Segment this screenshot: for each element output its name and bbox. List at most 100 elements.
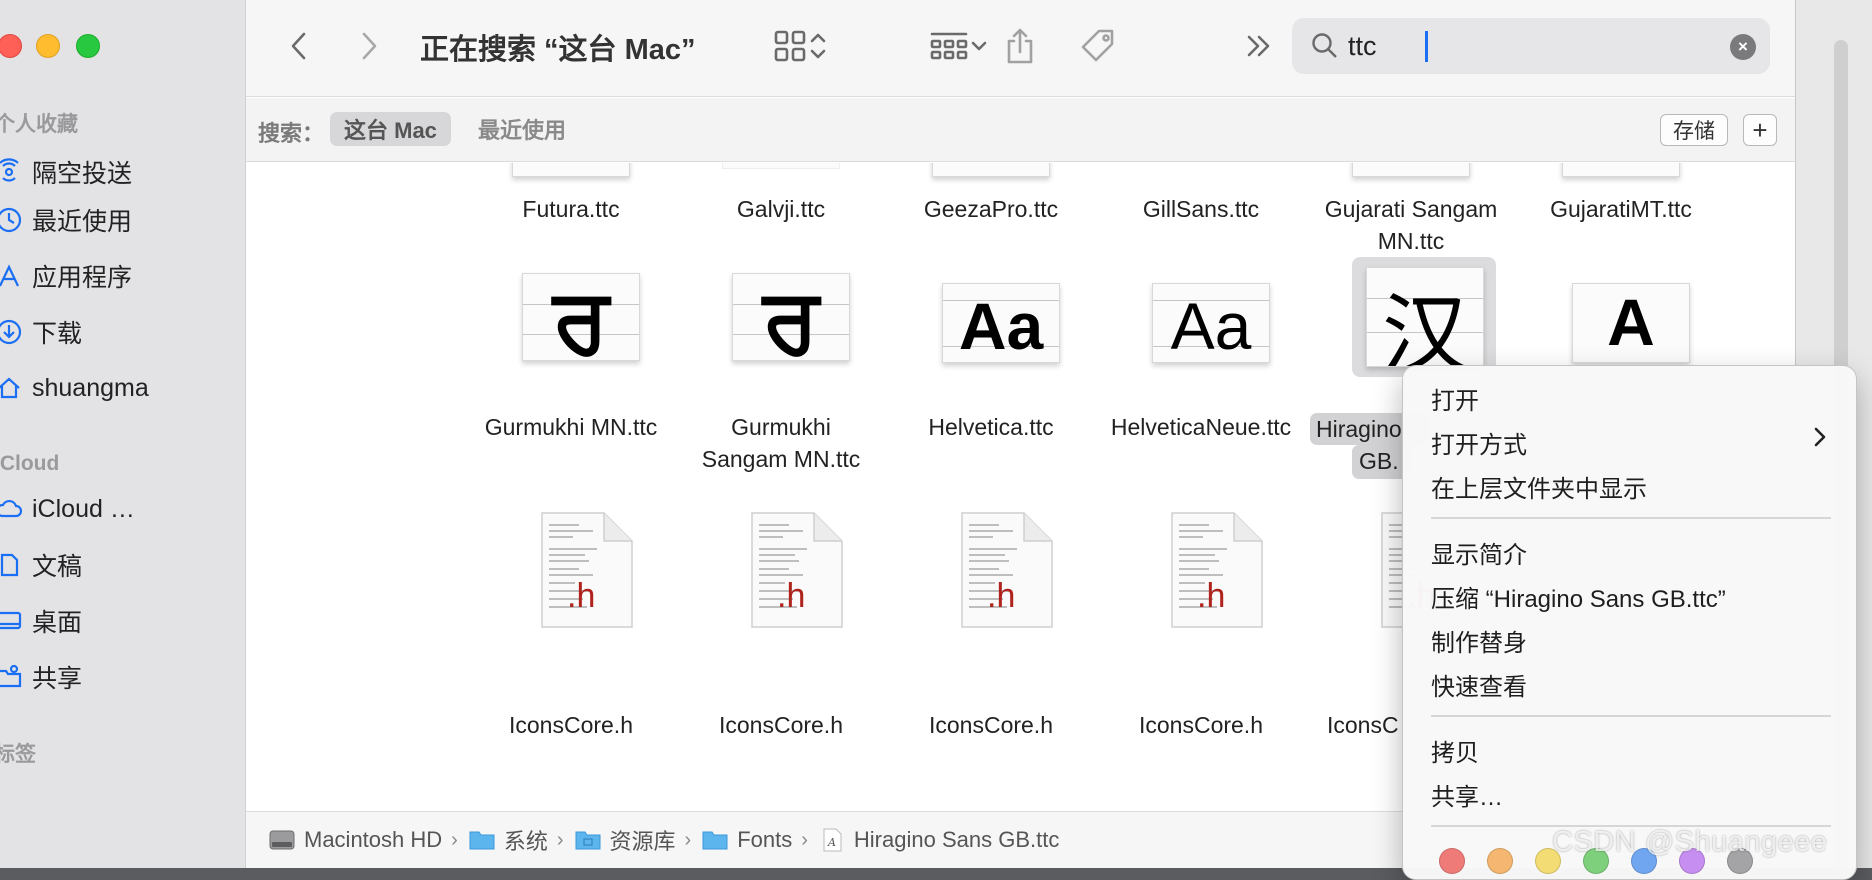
scope-this-mac-button[interactable]: 这台 Mac	[330, 112, 451, 146]
file-item[interactable]: GujaratiMT.ttc	[1506, 193, 1736, 225]
sidebar-item-downloads[interactable]: 下载	[0, 312, 82, 352]
menu-item-copy[interactable]: 拷贝	[1431, 730, 1479, 770]
sidebar-item-documents[interactable]: 文稿	[0, 545, 82, 585]
path-item-system[interactable]: 系统	[468, 824, 548, 856]
header-file-icon[interactable]: .h	[1169, 511, 1265, 631]
sidebar-item-label: 共享	[32, 665, 83, 693]
more-toolbar-button[interactable]	[1242, 28, 1276, 64]
menu-item-compress[interactable]: 压缩 “Hiragino Sans GB.ttc”	[1431, 576, 1726, 616]
file-item[interactable]: Gujarati Sangam MN.ttc	[1296, 193, 1526, 257]
file-item[interactable]: IconsCore.h	[876, 709, 1106, 741]
font-thumbnail-selected[interactable]: 汉	[1366, 267, 1484, 367]
file-thumbnail	[932, 163, 1050, 177]
font-preview-glyph: A	[1607, 285, 1655, 359]
menu-item-open-with[interactable]: 打开方式	[1431, 422, 1831, 462]
file-name: Galvji.ttc	[736, 196, 826, 222]
file-item[interactable]: GeezaPro.ttc	[876, 193, 1106, 225]
sidebar-item-recents[interactable]: 最近使用	[0, 200, 132, 240]
forward-button[interactable]	[354, 28, 384, 64]
file-name[interactable]: IconsC	[1327, 709, 1399, 741]
path-item-label: Macintosh HD	[304, 827, 443, 852]
tag-color-orange[interactable]	[1487, 848, 1513, 874]
selected-file-name[interactable]: Hiragino	[1316, 413, 1402, 445]
sidebar-item-home[interactable]: shuangma	[0, 368, 149, 408]
context-menu: 打开 打开方式 在上层文件夹中显示 显示简介 压缩 “Hiragino Sans…	[1402, 365, 1857, 880]
search-scope-bar: 搜索： 这台 Mac 最近使用 存储 +	[246, 98, 1795, 162]
scope-recents-button[interactable]: 最近使用	[464, 112, 580, 146]
file-item[interactable]: IconsCore.h	[1086, 709, 1316, 741]
font-thumbnail[interactable]: Aa	[1152, 283, 1270, 363]
file-item[interactable]: Helvetica.ttc	[876, 411, 1106, 443]
sidebar-item-icloud-drive[interactable]: iCloud …	[0, 489, 135, 529]
h-extension-label: .h	[1197, 577, 1226, 615]
path-item-label: 资源库	[609, 829, 676, 854]
font-file-icon: A	[823, 828, 842, 852]
double-chevron-right-icon	[1247, 35, 1270, 57]
header-file-icon[interactable]: .h	[959, 511, 1055, 631]
close-icon: ×	[1738, 37, 1748, 56]
font-thumbnail[interactable]: Aa	[942, 283, 1060, 363]
add-criteria-button[interactable]: +	[1743, 114, 1777, 146]
font-preview-glyph: ਰ	[763, 273, 819, 361]
tag-color-red[interactable]	[1439, 848, 1465, 874]
sidebar-item-applications[interactable]: 应用程序	[0, 256, 132, 296]
header-file-icon[interactable]: .h	[749, 511, 845, 631]
clear-search-button[interactable]: ×	[1730, 34, 1756, 60]
menu-item-get-info[interactable]: 显示简介	[1431, 532, 1527, 572]
file-item[interactable]: Gurmukhi MN.ttc	[456, 411, 686, 443]
menu-item-quick-look[interactable]: 快速查看	[1431, 664, 1527, 704]
file-item[interactable]: IconsCore.h	[666, 709, 896, 741]
file-thumbnail	[1352, 163, 1470, 177]
share-button[interactable]	[998, 24, 1042, 68]
file-thumbnail	[512, 163, 630, 177]
font-preview-glyph: Aa	[958, 289, 1044, 363]
font-thumbnail[interactable]: ਰ	[732, 273, 850, 361]
tag-icon	[1081, 29, 1114, 62]
sidebar-item-airdrop[interactable]: 隔空投送	[0, 152, 132, 192]
sidebar-item-label: 桌面	[32, 609, 83, 637]
file-item[interactable]: Futura.ttc	[456, 193, 686, 225]
path-item-library[interactable]: 资源库	[574, 824, 676, 856]
path-item-macintosh-hd[interactable]: Macintosh HD	[268, 827, 442, 853]
group-by-button[interactable]	[922, 26, 996, 66]
file-item[interactable]: Gurmukhi Sangam MN.ttc	[666, 411, 896, 475]
file-item[interactable]: IconsCore.h	[456, 709, 686, 741]
path-item-fonts[interactable]: Fonts	[701, 827, 792, 853]
minimize-window-button[interactable]	[36, 34, 60, 58]
file-name: Futura.ttc	[522, 196, 620, 222]
chevron-right-icon: ›	[556, 828, 564, 851]
menu-item-make-alias[interactable]: 制作替身	[1431, 620, 1527, 660]
file-item[interactable]: HelveticaNeue.ttc	[1086, 411, 1316, 443]
watermark: CSDN @Shuangeee	[1552, 826, 1828, 858]
sidebar-item-desktop[interactable]: 桌面	[0, 601, 82, 641]
file-name: Helvetica.ttc	[928, 414, 1054, 440]
tag-button[interactable]	[1076, 24, 1120, 68]
zoom-window-button[interactable]	[76, 34, 100, 58]
menu-item-show-in-enclosing-folder[interactable]: 在上层文件夹中显示	[1431, 466, 1647, 506]
menu-item-open[interactable]: 打开	[1431, 378, 1479, 418]
view-mode-button[interactable]	[758, 26, 844, 66]
finder-sidebar: 个人收藏 隔空投送 最近使用 应用程序 下载 shuangma iCloud i…	[0, 0, 246, 868]
path-item-label: Hiragino Sans GB.ttc	[853, 827, 1060, 852]
header-file-icon[interactable]: .h	[539, 511, 635, 631]
font-thumbnail[interactable]: A	[1572, 283, 1690, 363]
file-item[interactable]: Galvji.ttc	[666, 193, 896, 225]
sidebar-item-label: 下载	[32, 320, 83, 348]
hard-drive-icon	[269, 830, 295, 850]
sidebar-item-shared[interactable]: 共享	[0, 657, 82, 697]
search-field[interactable]: ×	[1292, 18, 1770, 74]
search-input[interactable]	[1348, 28, 1708, 64]
close-window-button[interactable]	[0, 34, 22, 58]
file-name: Gurmukhi MN.ttc	[484, 414, 658, 440]
chevron-right-icon	[362, 32, 377, 60]
file-thumbnail	[722, 163, 840, 169]
save-search-button[interactable]: 存储	[1660, 114, 1728, 146]
back-button[interactable]	[284, 28, 314, 64]
file-item[interactable]: GillSans.ttc	[1086, 193, 1316, 225]
menu-item-share[interactable]: 共享…	[1431, 774, 1503, 814]
sidebar-item-label: iCloud …	[32, 494, 135, 523]
file-name: IconsCore.h	[928, 712, 1053, 738]
path-item-font-file[interactable]: A Hiragino Sans GB.ttc	[818, 827, 1059, 853]
font-thumbnail[interactable]: ਰ	[522, 273, 640, 361]
file-name: IconsCore.h	[508, 712, 633, 738]
